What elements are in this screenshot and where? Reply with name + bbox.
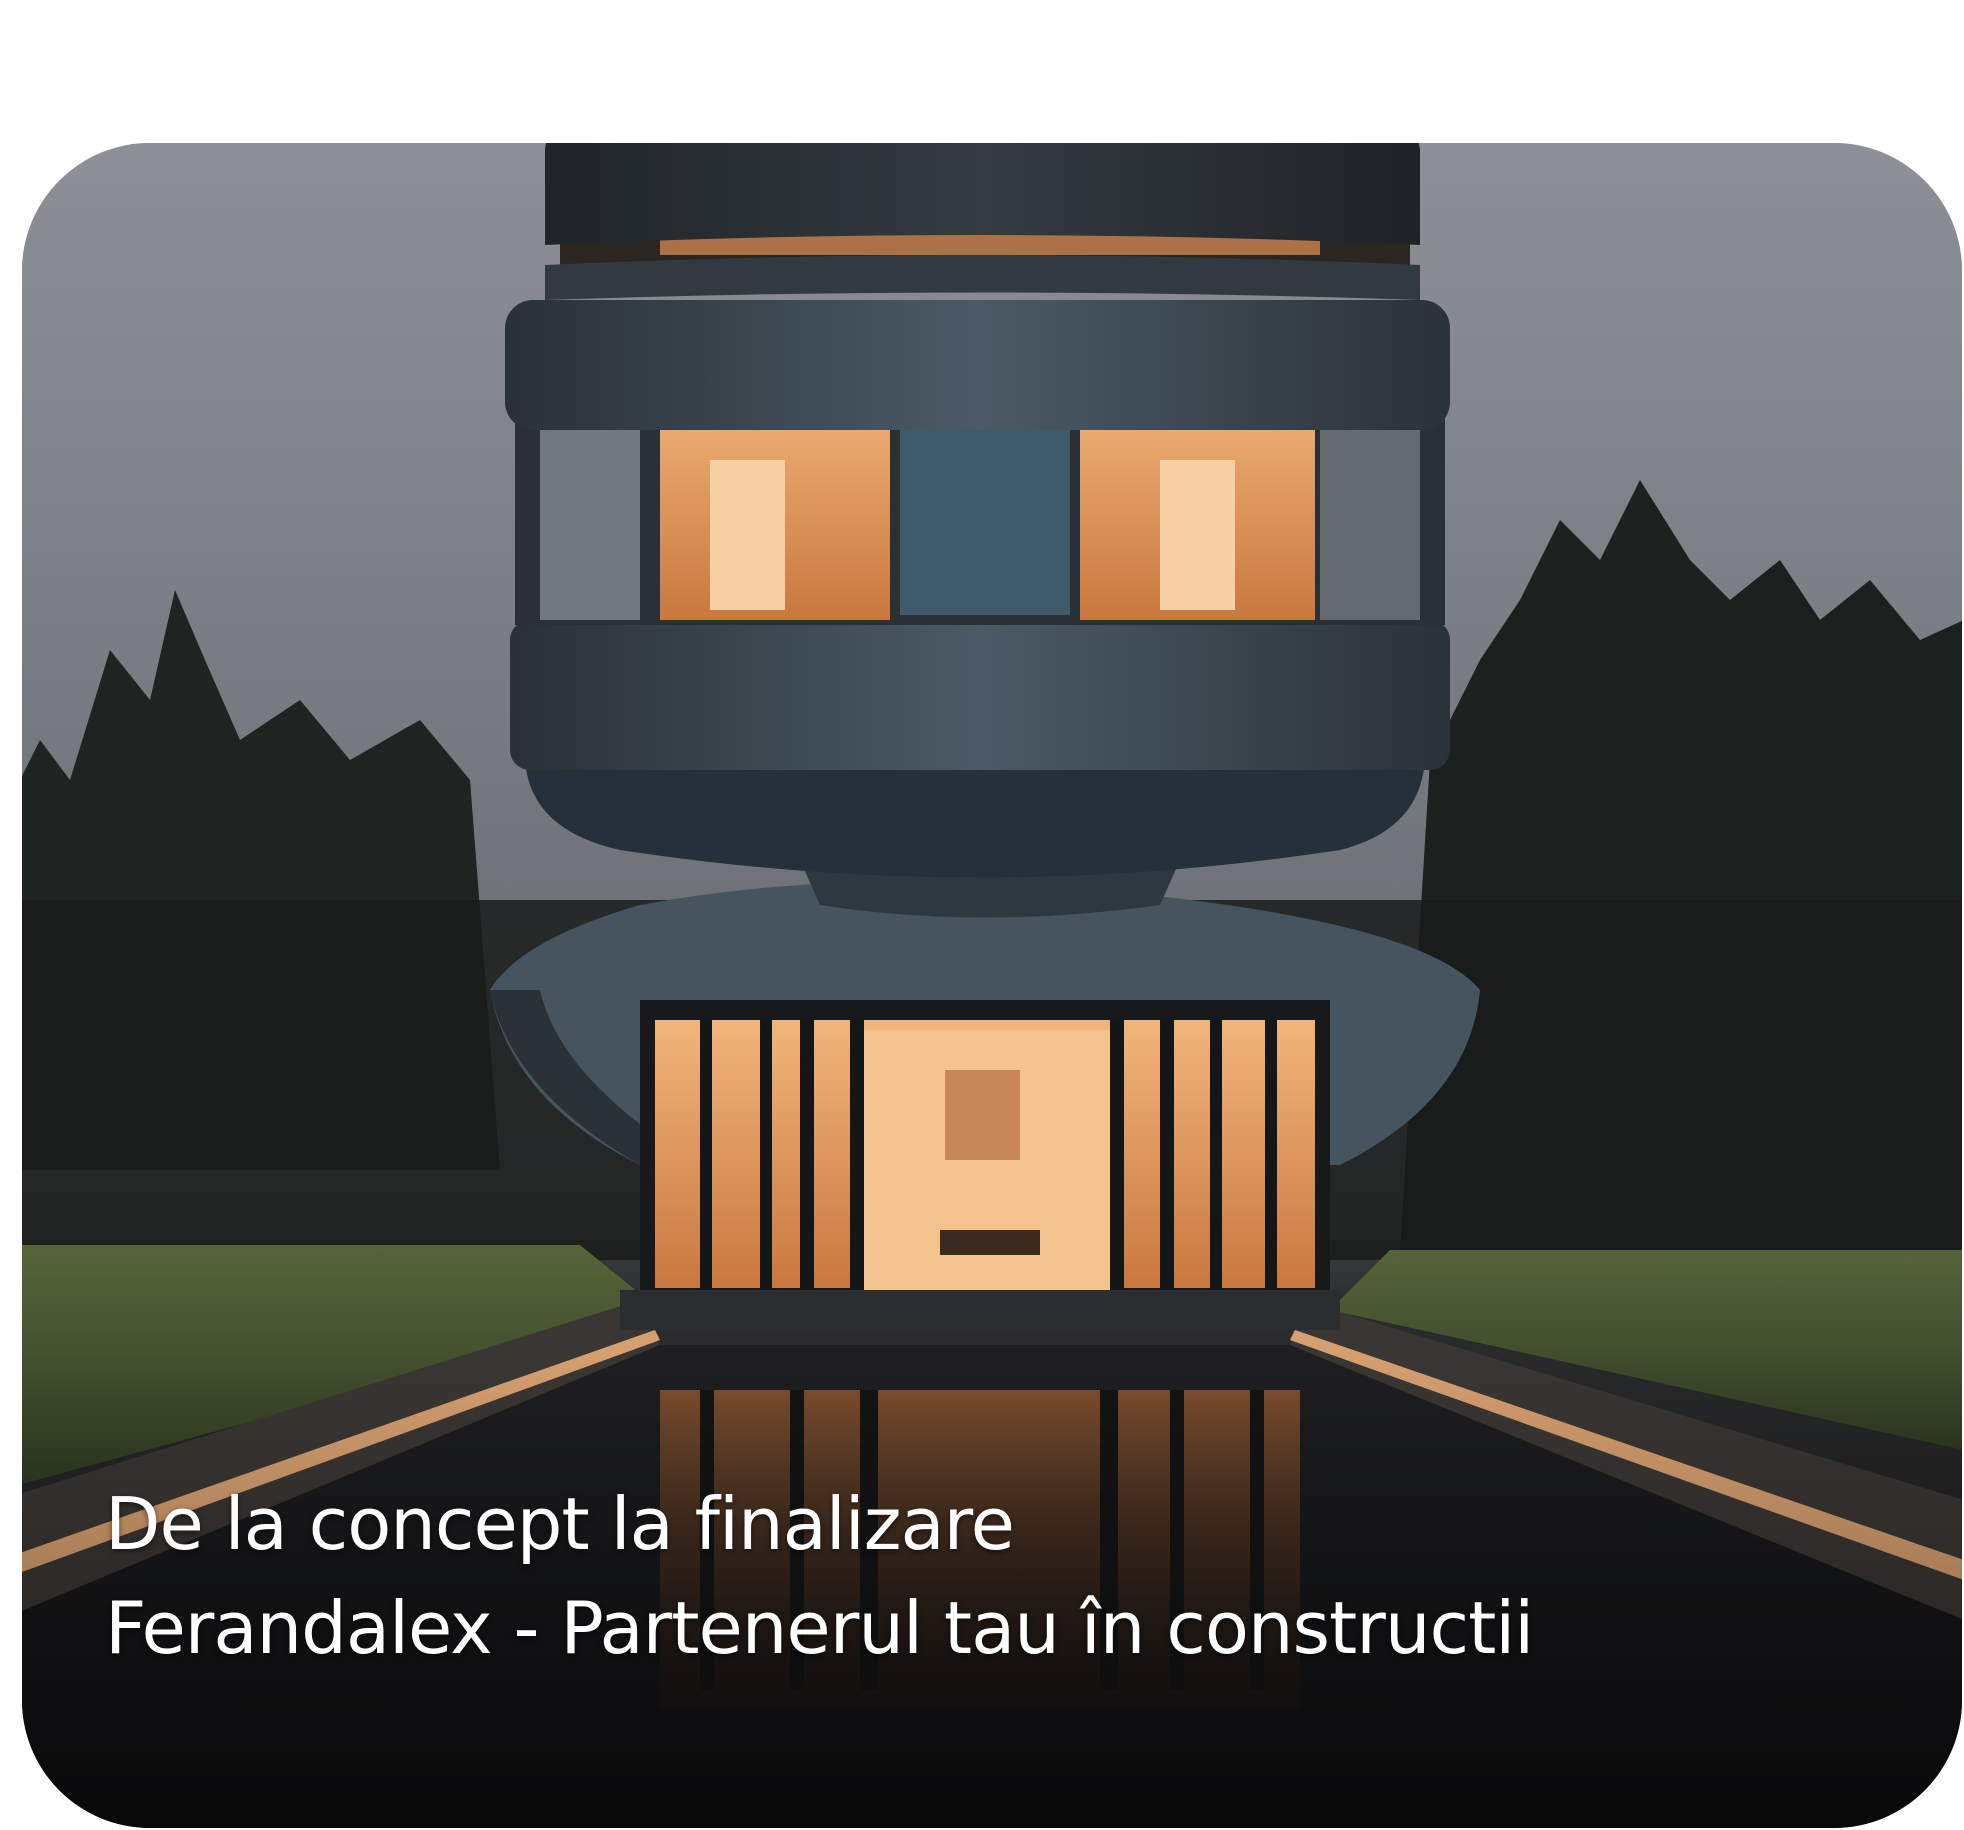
door-right — [1160, 460, 1235, 610]
interior-art — [945, 1070, 1020, 1160]
caption-line-1: De la concept la finalizare — [105, 1482, 1015, 1566]
window-far-left — [540, 420, 640, 620]
upper-band — [505, 300, 1450, 430]
middle-band — [510, 620, 1450, 770]
ground-floor-plinth — [620, 1290, 1340, 1330]
hero-stage: De la concept la finalizare Ferandalex -… — [0, 0, 1964, 1830]
door-left — [710, 460, 785, 610]
top-drum — [545, 143, 1420, 245]
interior-sofa — [940, 1230, 1040, 1255]
window-far-right — [1320, 420, 1420, 620]
caption-line-2: Ferandalex - Partenerul tau în construct… — [105, 1586, 1534, 1670]
hero-caption: De la concept la finalizare Ferandalex -… — [105, 1472, 1534, 1680]
